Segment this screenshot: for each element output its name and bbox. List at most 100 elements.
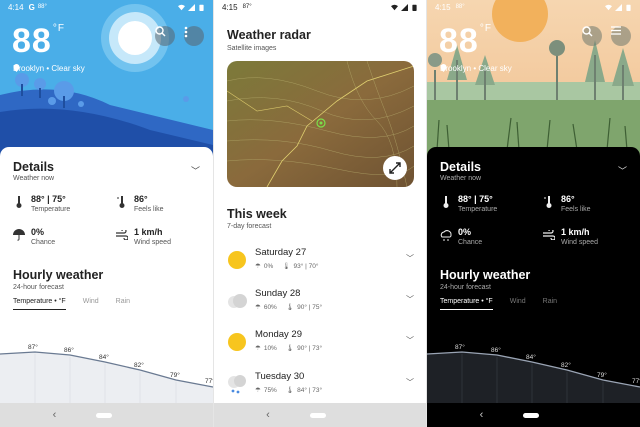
home-button[interactable] [309, 412, 326, 418]
thermometer-icon [440, 196, 452, 208]
day-row-saturday[interactable]: Saturday 27 ☂ 0% 🌡 93° | 70° ﹀ [214, 247, 426, 287]
phone-light: 4:14 G 88° 88°F Brooklyn • Clear sky Det… [0, 0, 213, 427]
location-pin-icon [13, 64, 20, 72]
tab-wind[interactable]: Wind [510, 298, 526, 310]
status-temp: 88° [455, 4, 465, 10]
hourly-temp-label: 77° [205, 377, 213, 385]
umbrella-icon: ☂ [255, 387, 261, 394]
tab-temperature[interactable]: Temperature • °F [440, 298, 493, 310]
rain-cloud-icon [228, 375, 246, 394]
day-row-monday[interactable]: Monday 29 ☂ 10% 🌡 90° | 73° ﹀ [214, 329, 426, 369]
rain-chance: 0% [263, 262, 274, 270]
hourly-tabs: Temperature • °F Wind Rain [440, 298, 557, 310]
tab-wind[interactable]: Wind [83, 298, 99, 310]
temperature-value: 88 [12, 22, 52, 60]
temperature-label: Temperature [458, 206, 498, 213]
location-label[interactable]: Brooklyn • Clear sky [13, 64, 85, 73]
day-row-sunday[interactable]: Sunday 28 ☂ 60% 🌡 90° | 75° ﹀ [214, 288, 426, 328]
metric-chance: 0% Chance [13, 227, 55, 246]
weather-scene: 88°F Brooklyn • Clear sky [0, 0, 213, 160]
metric-temperature: 88° | 75° Temperature [13, 194, 70, 213]
wifi-icon [605, 4, 612, 10]
wind-label: Wind speed [561, 239, 598, 246]
location-pin-icon [440, 64, 447, 72]
day-name: Tuesday 30 [255, 371, 305, 382]
current-temperature: 88°F [439, 22, 492, 60]
search-button[interactable] [582, 26, 602, 46]
back-icon[interactable]: ‹ [480, 409, 484, 421]
umbrella-icon: ☂ [255, 304, 261, 311]
temperature-unit: °F [52, 23, 65, 34]
more-vert-icon [184, 26, 188, 38]
status-temp: 88° [37, 4, 47, 10]
radar-title: Weather radar [227, 28, 311, 42]
feels-like-label: Feels like [134, 206, 164, 213]
hourly-temp-label: 82° [134, 361, 144, 369]
hourly-temp-label: 87° [455, 343, 465, 351]
android-nav-bar: ‹ [427, 403, 640, 427]
location-label[interactable]: Brooklyn • Clear sky [440, 64, 512, 73]
temperature-range: 88° | 75° [458, 194, 493, 204]
weather-scene: 88°F Brooklyn • Clear sky [427, 0, 640, 160]
day-temps: 90° | 73° [297, 344, 323, 352]
cloud-rain-icon [440, 229, 452, 241]
tab-rain[interactable]: Rain [116, 298, 130, 310]
battery-icon [626, 4, 631, 11]
expand-radar-button[interactable] [383, 156, 407, 180]
cloud-icon [228, 294, 247, 308]
rain-chance: 75% [263, 386, 277, 394]
tab-temperature[interactable]: Temperature • °F [13, 298, 66, 310]
day-name: Saturday 27 [255, 247, 307, 258]
menu-icon [611, 26, 621, 35]
thermometer-icon: 🌡 [285, 387, 295, 394]
back-icon[interactable]: ‹ [53, 409, 57, 421]
feels-like-value: 86° [561, 194, 575, 204]
hourly-temperature-chart[interactable]: 87° 86° 84° 82° 79° 77° [0, 340, 213, 403]
umbrella-icon: ☂ [255, 345, 261, 352]
temperature-value: 88 [439, 22, 479, 60]
temperature-label: Temperature [31, 206, 71, 213]
menu-button[interactable] [611, 26, 631, 46]
umbrella-icon [13, 229, 25, 241]
expand-icon [389, 162, 401, 174]
back-icon[interactable]: ‹ [266, 409, 270, 421]
hourly-title: Hourly weather [13, 268, 104, 282]
android-nav-bar: ‹ [0, 403, 213, 427]
hourly-temp-label: 79° [170, 371, 180, 379]
hourly-subtitle: 24-hour forecast [440, 284, 491, 291]
feels-like-value: 86° [134, 194, 148, 204]
location-text: Brooklyn • Clear sky [440, 64, 512, 73]
thermometer-icon: 🌡 [285, 304, 295, 311]
expand-details-chevron-icon[interactable]: ﹀ [618, 164, 627, 177]
hourly-temp-label: 84° [526, 353, 536, 361]
more-options-button[interactable] [184, 26, 204, 46]
location-text: Brooklyn • Clear sky [13, 64, 85, 73]
expand-details-chevron-icon[interactable]: ﹀ [191, 164, 200, 177]
search-button[interactable] [155, 26, 175, 46]
temperature-unit: °F [479, 23, 492, 34]
day-meta: ☂ 0% 🌡 93° | 70° [255, 262, 318, 271]
battery-icon [412, 4, 417, 11]
wind-icon [116, 229, 128, 241]
wifi-icon [178, 4, 185, 10]
radar-map[interactable] [227, 61, 414, 187]
tab-rain[interactable]: Rain [543, 298, 557, 310]
metric-feels-like: 86° Feels like [543, 194, 591, 213]
hourly-temp-label: 84° [99, 353, 109, 361]
feels-like-icon [116, 196, 128, 208]
wifi-icon [391, 4, 398, 10]
day-meta: ☂ 75% 🌡 84° | 73° [255, 386, 323, 395]
hourly-temperature-chart[interactable]: 87° 86° 84° 82° 79° 77° [427, 340, 640, 403]
home-button[interactable] [96, 412, 113, 418]
feels-like-icon [543, 196, 555, 208]
home-button[interactable] [523, 412, 540, 418]
temperature-range: 88° | 75° [31, 194, 66, 204]
metric-wind: 1 km/h Wind speed [116, 227, 171, 246]
status-bar: 4:14 G 88° [0, 0, 213, 14]
day-temps: 84° | 73° [297, 386, 323, 394]
hourly-subtitle: 24-hour forecast [13, 284, 64, 291]
hourly-temp-label: 77° [632, 377, 640, 385]
chevron-down-icon: ﹀ [406, 295, 414, 304]
sun-icon [228, 251, 246, 269]
hourly-temp-label: 87° [28, 343, 38, 351]
